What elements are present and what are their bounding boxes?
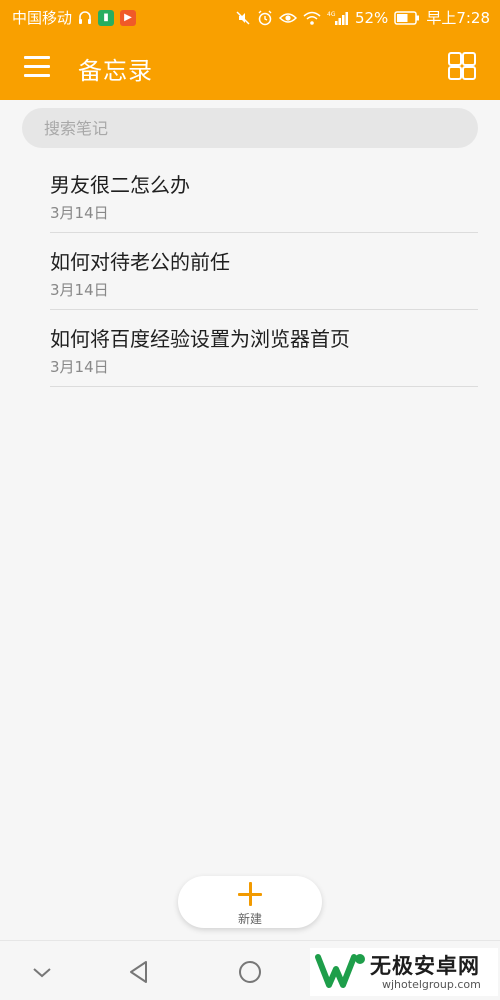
book-app-icon: ▮ bbox=[98, 9, 115, 26]
hamburger-menu-icon[interactable] bbox=[24, 54, 54, 80]
note-title: 如何将百度经验设置为浏览器首页 bbox=[50, 327, 350, 351]
carrier-name: 中国移动 bbox=[12, 9, 73, 27]
new-note-button[interactable]: 新建 bbox=[178, 876, 322, 928]
watermark-url: wjhotelgroup.com bbox=[382, 978, 481, 991]
video-app-icon: ▶ bbox=[120, 9, 137, 26]
app-bar: 备忘录 bbox=[0, 34, 500, 100]
status-bar-left: 中国移动 ▮ ▶ bbox=[12, 7, 137, 28]
plus-icon bbox=[238, 882, 262, 906]
mute-icon bbox=[235, 10, 251, 26]
grid-view-icon[interactable] bbox=[448, 52, 476, 80]
watermark-logo-icon bbox=[314, 951, 368, 991]
watermark: 无极安卓网 wjhotelgroup.com bbox=[310, 948, 498, 996]
search-input[interactable] bbox=[22, 108, 478, 148]
status-bar-right: 4G 52% 早上7:28 bbox=[235, 7, 490, 28]
alarm-icon bbox=[257, 10, 273, 26]
headset-icon bbox=[78, 10, 92, 26]
wifi-icon bbox=[303, 10, 321, 26]
hide-keyboard-chevron-icon[interactable] bbox=[29, 959, 55, 985]
clock: 早上7:28 bbox=[426, 9, 490, 27]
eye-comfort-icon bbox=[278, 10, 297, 26]
note-title: 男友很二怎么办 bbox=[50, 173, 190, 197]
note-date: 3月14日 bbox=[50, 281, 109, 299]
list-item[interactable]: 男友很二怎么办 3月14日 bbox=[50, 156, 478, 233]
notes-list: 男友很二怎么办 3月14日 如何对待老公的前任 3月14日 如何将百度经验设置为… bbox=[50, 156, 478, 387]
cellular-signal-icon: 4G bbox=[327, 10, 349, 26]
watermark-text: 无极安卓网 bbox=[370, 954, 480, 978]
new-note-label: 新建 bbox=[237, 912, 262, 926]
note-title: 如何对待老公的前任 bbox=[50, 250, 230, 274]
notes-screen: 中国移动 ▮ ▶ 4G 52% 早上7:28 备忘录 搜索笔记 男友很二怎么办 … bbox=[0, 0, 500, 1000]
battery-icon bbox=[394, 10, 420, 25]
battery-percent: 52% bbox=[354, 8, 389, 27]
note-date: 3月14日 bbox=[50, 358, 109, 376]
status-bar: 中国移动 ▮ ▶ 4G 52% 早上7:28 bbox=[0, 0, 500, 34]
list-item[interactable]: 如何将百度经验设置为浏览器首页 3月14日 bbox=[50, 310, 478, 387]
signal-type-label: 4G bbox=[327, 11, 336, 18]
back-triangle-icon[interactable] bbox=[126, 959, 152, 985]
home-circle-icon[interactable] bbox=[237, 959, 263, 985]
list-item[interactable]: 如何对待老公的前任 3月14日 bbox=[50, 233, 478, 310]
note-date: 3月14日 bbox=[50, 204, 109, 222]
page-title: 备忘录 bbox=[78, 57, 153, 85]
